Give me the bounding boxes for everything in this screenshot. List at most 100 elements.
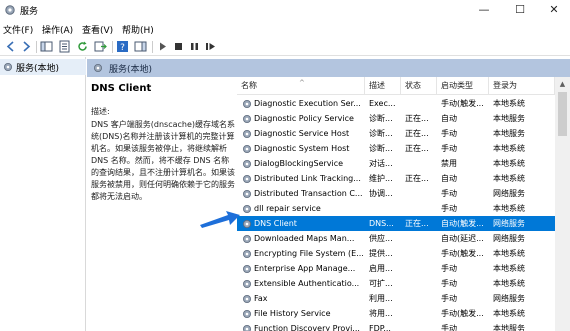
cell-status: 正在... — [405, 219, 429, 228]
pointer-arrow-icon — [200, 211, 240, 228]
cell-name: Fax — [254, 294, 268, 303]
table-row[interactable]: DialogBlockingService 对话... 禁用 本地系统 — [237, 156, 555, 171]
cell-startup-type: 手动 — [441, 294, 457, 303]
cell-startup-type: 手动 — [441, 264, 457, 273]
column-logon-as[interactable]: 登录为 — [489, 77, 555, 95]
cell-name: Downloaded Maps Man... — [254, 234, 355, 243]
stop-service-icon[interactable] — [172, 40, 185, 53]
selected-service-name: DNS Client — [91, 83, 152, 94]
restart-service-icon[interactable] — [204, 40, 217, 53]
show-hide-icon[interactable] — [134, 40, 147, 53]
close-button[interactable]: ✕ — [536, 0, 570, 20]
gear-icon — [243, 130, 251, 138]
cell-status — [405, 231, 437, 246]
column-name-label: 名称 — [241, 81, 257, 90]
gear-icon — [94, 64, 102, 72]
cell-status: 正在... — [405, 129, 429, 138]
properties-icon[interactable] — [58, 40, 71, 53]
svg-text:?: ? — [120, 43, 125, 53]
cell-startup-type: 自动 — [441, 174, 457, 183]
cell-description: 诊断... — [369, 114, 393, 123]
scroll-thumb[interactable] — [558, 92, 567, 136]
back-arrow-icon[interactable] — [4, 40, 17, 53]
gear-icon — [243, 265, 251, 273]
column-status[interactable]: 状态 — [401, 77, 437, 95]
cell-name: Enterprise App Manage... — [254, 264, 356, 273]
menu-file[interactable]: 文件(F) — [3, 23, 33, 36]
table-row[interactable]: dll repair service 手动 本地系统 — [237, 201, 555, 216]
start-service-icon[interactable] — [156, 40, 169, 53]
cell-startup-type: 手动(触发... — [441, 309, 484, 318]
table-row[interactable]: Diagnostic Policy Service 诊断... 正在... 自动 本地服… — [237, 111, 555, 126]
window-title: 服务 — [20, 7, 39, 17]
gear-icon — [243, 205, 251, 213]
cell-startup-type: 手动(触发... — [441, 249, 484, 258]
table-row[interactable]: Diagnostic Service Host 诊断... 正在... 手动 本地服务 — [237, 126, 555, 141]
sort-ascending-icon: ^ — [299, 79, 305, 87]
table-row[interactable]: Enterprise App Manage... 启用... 手动 本地系统 — [237, 261, 555, 276]
cell-description: 维护... — [369, 174, 393, 183]
forward-arrow-icon[interactable] — [20, 40, 33, 53]
cell-startup-type: 手动 — [441, 129, 457, 138]
cell-startup-type: 手动 — [441, 279, 457, 288]
cell-description: 诊断... — [369, 144, 393, 153]
cell-name: Diagnostic System Host — [254, 144, 350, 153]
column-startup-type[interactable]: 启动类型 — [437, 77, 489, 95]
refresh-icon[interactable] — [76, 40, 89, 53]
cell-logon-as: 本地服务 — [493, 114, 525, 123]
cell-status — [405, 261, 437, 276]
scroll-up-arrow-icon[interactable]: ▲ — [555, 77, 570, 91]
menu-help[interactable]: 帮助(H) — [122, 23, 154, 36]
export-list-icon[interactable] — [94, 40, 107, 53]
minimize-button[interactable]: — — [466, 0, 502, 20]
cell-logon-as: 本地服务 — [493, 324, 525, 331]
cell-logon-as: 网络服务 — [493, 189, 525, 198]
cell-name: Diagnostic Policy Service — [254, 114, 354, 123]
console-tree-icon[interactable] — [40, 40, 53, 53]
table-row[interactable]: Distributed Transaction C... 协调... 手动 网络服务 — [237, 186, 555, 201]
cell-status — [405, 201, 437, 216]
pane-header-title: 服务(本地) — [109, 65, 153, 75]
table-row[interactable]: Diagnostic System Host 诊断... 正在... 手动 本地系统 — [237, 141, 555, 156]
cell-status — [405, 306, 437, 321]
tree-item-services-local[interactable]: 服务(本地) — [0, 59, 86, 75]
cell-startup-type: 手动 — [441, 189, 457, 198]
table-row-selected[interactable]: DNS Client DNS... 正在... 自动(触发... 网络服务 — [237, 216, 555, 231]
cell-description: 可扩... — [369, 279, 393, 288]
maximize-button[interactable]: ☐ — [502, 0, 538, 20]
menu-action[interactable]: 操作(A) — [42, 23, 73, 36]
table-row[interactable]: Function Discovery Provi... FDP... 手动 本地服务 — [237, 321, 555, 331]
pause-service-icon[interactable] — [188, 40, 201, 53]
cell-name: Function Discovery Provi... — [254, 324, 360, 331]
cell-status — [405, 186, 437, 201]
cell-startup-type: 手动 — [441, 324, 457, 331]
cell-status — [405, 96, 437, 111]
table-row[interactable]: Encrypting File System (E... 提供... 手动(触发..… — [237, 246, 555, 261]
table-row[interactable]: Extensible Authenticatio... 可扩... 手动 本地系统 — [237, 276, 555, 291]
cell-logon-as: 本地系统 — [493, 204, 525, 213]
table-row[interactable]: Distributed Link Tracking... 维护... 正在... 自动… — [237, 171, 555, 186]
cell-logon-as: 本地系统 — [493, 174, 525, 183]
help-icon[interactable]: ? — [116, 40, 129, 53]
column-description[interactable]: 描述 — [365, 77, 401, 95]
cell-logon-as: 本地系统 — [493, 159, 525, 168]
cell-status — [405, 321, 437, 331]
cell-description: 利用... — [369, 294, 393, 303]
table-row[interactable]: File History Service 将用... 手动(触发... 本地系统 — [237, 306, 555, 321]
table-row[interactable]: Diagnostic Execution Ser... Exec... 手动(触发.… — [237, 96, 555, 111]
column-name[interactable]: 名称 ^ — [237, 77, 365, 95]
cell-status: 正在... — [405, 114, 429, 123]
vertical-scrollbar[interactable]: ▲ — [555, 77, 570, 331]
table-row[interactable]: Fax 利用... 手动 网络服务 — [237, 291, 555, 306]
table-row[interactable]: Downloaded Maps Man... 供应... 自动(延迟... 网络服务 — [237, 231, 555, 246]
cell-name: Diagnostic Service Host — [254, 129, 350, 138]
cell-description: 供应... — [369, 234, 393, 243]
cell-name: DialogBlockingService — [254, 159, 344, 168]
menu-view[interactable]: 查看(V) — [82, 23, 113, 36]
cell-name: Encrypting File System (E... — [254, 249, 364, 258]
tree-item-label: 服务(本地) — [16, 64, 60, 74]
cell-description: 诊断... — [369, 129, 393, 138]
cell-status — [405, 291, 437, 306]
cell-status — [405, 276, 437, 291]
cell-description: 对话... — [369, 159, 393, 168]
